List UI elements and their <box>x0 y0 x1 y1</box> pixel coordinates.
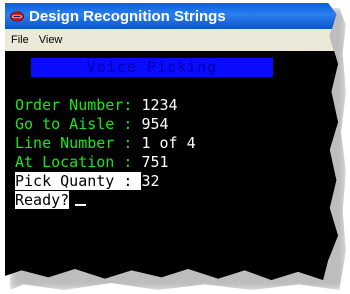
pick-quantity-label: Pick Quanty : <box>15 172 142 190</box>
order-number-label: Order Number: <box>15 96 142 114</box>
ready-prompt: Ready? <box>15 191 70 209</box>
row-aisle: Go to Aisle : 954 <box>15 115 169 134</box>
location-value: 751 <box>141 153 169 171</box>
screen-banner: Voice Picking <box>31 58 273 77</box>
row-line-number: Line Number : 1 of 4 <box>15 134 196 153</box>
row-location: At Location : 751 <box>15 153 169 172</box>
aisle-label: Go to Aisle : <box>15 115 142 133</box>
window-title: Design Recognition Strings <box>29 7 226 25</box>
terminal-screen[interactable]: Voice Picking Order Number: 1234 Go to A… <box>5 51 338 280</box>
line-number-label: Line Number : <box>15 134 142 152</box>
location-label: At Location : <box>15 153 142 171</box>
line-number-value: 1 of 4 <box>141 134 196 152</box>
title-bar[interactable]: Design Recognition Strings <box>5 3 338 29</box>
app-window-icon <box>10 11 24 22</box>
screenshot-stage: Design Recognition Strings File View Voi… <box>0 0 350 294</box>
aisle-value: 954 <box>141 115 169 133</box>
menu-bar: File View <box>5 29 338 51</box>
pick-quantity-value: 32 <box>141 172 160 190</box>
menu-file[interactable]: File <box>5 34 34 46</box>
order-number-value: 1234 <box>141 96 178 114</box>
row-pick-quantity: Pick Quanty : 32 <box>15 172 160 191</box>
text-cursor[interactable] <box>75 204 87 206</box>
row-order-number: Order Number: 1234 <box>15 96 178 115</box>
menu-view[interactable]: View <box>34 34 68 46</box>
row-prompt: Ready? <box>15 191 87 210</box>
app-window: Design Recognition Strings File View Voi… <box>5 3 338 280</box>
